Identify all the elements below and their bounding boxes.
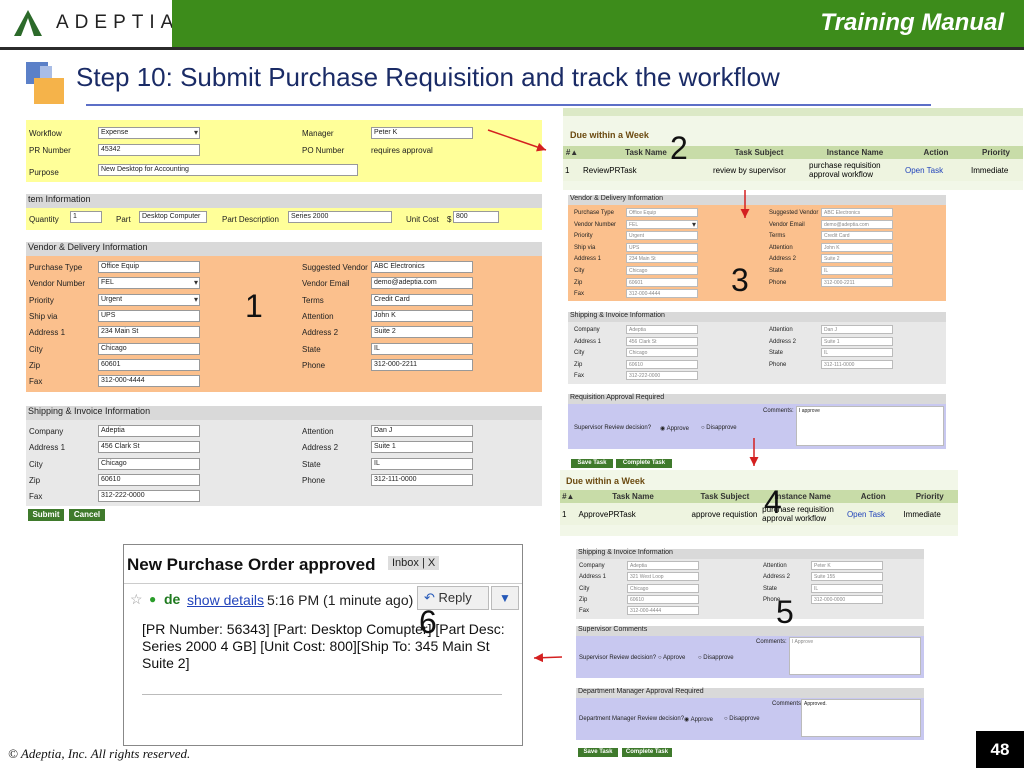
arrow-1-to-2 — [487, 129, 547, 152]
page-number: 48 — [976, 731, 1024, 768]
workflow-arrows — [487, 129, 759, 663]
arrow-5-to-6 — [533, 653, 563, 663]
copyright-text: © Adeptia, Inc. All rights reserved. — [8, 746, 191, 761]
